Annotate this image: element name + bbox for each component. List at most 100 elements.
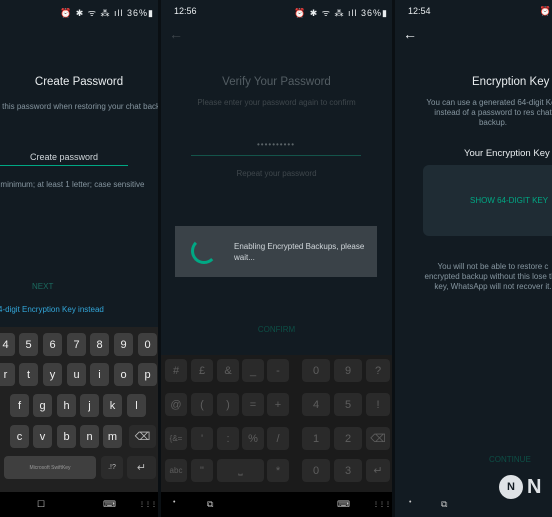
key-quote[interactable]: " <box>191 459 213 482</box>
nav-dot-icon[interactable]: • <box>409 499 411 506</box>
backspace-key[interactable]: ⌫ <box>129 425 156 448</box>
key-o[interactable]: o <box>114 363 133 386</box>
next-button[interactable]: NEXT <box>32 282 53 291</box>
status-icons: ⏰ ✱ ᯤ ⁂ ıll 36%▮ <box>294 8 388 18</box>
navigation-bar: • ⧉ ⌨ ⋮⋮⋮ <box>161 492 392 517</box>
key-lparen[interactable]: ( <box>191 393 213 416</box>
key-k[interactable]: k <box>103 394 122 417</box>
home-icon[interactable]: ☐ <box>37 499 45 510</box>
key-v[interactable]: v <box>33 425 52 448</box>
verify-password-title: Verify Your Password <box>222 76 331 88</box>
key-asterisk[interactable]: * <box>267 459 289 482</box>
key-num-1[interactable]: 1 <box>302 427 330 450</box>
key-ampersand[interactable]: & <box>217 359 239 382</box>
key-f[interactable]: f <box>10 394 29 417</box>
encryption-key-title: Encryption Key <box>472 76 550 88</box>
navigation-bar: ☐ ⌨ ⋮⋮⋮ <box>0 492 158 517</box>
key-7[interactable]: 7 <box>67 333 86 356</box>
key-num-2[interactable]: 2 <box>334 427 362 450</box>
key-at[interactable]: @ <box>165 393 187 416</box>
key-l[interactable]: l <box>127 394 146 417</box>
key-rparen[interactable]: ) <box>217 393 239 416</box>
progress-dialog-text: Enabling Encrypted Backups, please wait.… <box>234 242 365 262</box>
key-exclaim[interactable]: ! <box>366 393 390 416</box>
key-num-3[interactable]: 3 <box>334 459 362 482</box>
status-icons: ⏰ <box>539 6 552 16</box>
key-r[interactable]: r <box>0 363 15 386</box>
create-password-screen: ⏰ ✱ ᯤ ⁂ ıll 36%▮ Create Password ed this… <box>0 0 158 517</box>
key-num-9[interactable]: 9 <box>334 359 362 382</box>
key-question[interactable]: ? <box>366 359 390 382</box>
keyboard-icon[interactable]: ⌨ <box>337 499 350 510</box>
key-4[interactable]: 4 <box>0 333 15 356</box>
symbol-keyboard: # £ & _ - 0 9 ? @ ( ) = + 4 5 ! {&= ' : … <box>161 355 392 492</box>
back-arrow-icon[interactable]: ← <box>169 26 183 42</box>
keyboard-grid-icon[interactable]: ⋮⋮⋮ <box>373 501 391 508</box>
key-m[interactable]: m <box>103 425 122 448</box>
backspace-key[interactable]: ⌫ <box>366 427 390 450</box>
key-y[interactable]: y <box>43 363 62 386</box>
key-pound[interactable]: £ <box>191 359 213 382</box>
watermark-logo-icon: N <box>499 475 523 499</box>
create-password-input[interactable]: Create password <box>0 152 128 166</box>
more-symbols-key[interactable]: {&= <box>165 427 187 450</box>
status-time: 12:54 <box>408 6 431 16</box>
key-underscore[interactable]: _ <box>242 359 264 382</box>
key-p[interactable]: p <box>138 363 157 386</box>
create-password-title: Create Password <box>34 76 124 88</box>
key-n[interactable]: n <box>80 425 99 448</box>
key-u[interactable]: u <box>67 363 86 386</box>
key-b[interactable]: b <box>57 425 76 448</box>
key-num-0[interactable]: 0 <box>302 359 330 382</box>
key-num-0-bottom[interactable]: 0 <box>302 459 330 482</box>
recents-icon[interactable]: ⧉ <box>207 499 213 510</box>
key-colon[interactable]: : <box>217 427 239 450</box>
key-t[interactable]: t <box>19 363 38 386</box>
space-key[interactable]: ⎵ <box>217 459 264 482</box>
abc-key[interactable]: abc <box>165 459 187 482</box>
keyboard-grid-icon[interactable]: ⋮⋮⋮ <box>139 501 157 508</box>
create-password-subtitle: ed this password when restoring your cha… <box>0 102 158 111</box>
nav-dot-icon[interactable]: • <box>173 499 175 506</box>
key-plus[interactable]: + <box>267 393 289 416</box>
key-g[interactable]: g <box>33 394 52 417</box>
encryption-key-subtitle: You can use a generated 64-digit Key ins… <box>426 98 552 127</box>
show-key-button[interactable]: SHOW 64-DIGIT KEY <box>470 196 548 205</box>
status-bar: 12:54 ⏰ <box>395 0 552 20</box>
key-9[interactable]: 9 <box>114 333 133 356</box>
continue-button[interactable]: CONTINUE <box>489 455 531 464</box>
key-0[interactable]: 0 <box>138 333 157 356</box>
key-8[interactable]: 8 <box>90 333 109 356</box>
key-num-5[interactable]: 5 <box>334 393 362 416</box>
enter-key[interactable]: ↵ <box>366 459 390 482</box>
key-c[interactable]: c <box>10 425 29 448</box>
status-time: 12:56 <box>174 6 197 16</box>
key-h[interactable]: h <box>57 394 76 417</box>
watermark-text: N <box>527 476 542 498</box>
key-percent[interactable]: % <box>242 427 264 450</box>
enter-key[interactable]: ↵ <box>127 456 156 479</box>
key-dash[interactable]: - <box>267 359 289 382</box>
encryption-key-warning: You will not be able to restore c encryp… <box>424 262 552 291</box>
your-encryption-key-label: Your Encryption Key <box>464 148 550 159</box>
back-arrow-icon[interactable]: ← <box>403 26 417 42</box>
recents-icon[interactable]: ⧉ <box>441 499 447 510</box>
key-i[interactable]: i <box>90 363 109 386</box>
encryption-key-box[interactable]: SHOW 64-DIGIT KEY <box>423 165 552 236</box>
use-encryption-key-link[interactable]: 4-digit Encryption Key instead <box>0 305 104 314</box>
key-equals[interactable]: = <box>242 393 264 416</box>
keyboard-icon[interactable]: ⌨ <box>103 499 116 510</box>
space-key[interactable]: Microsoft SwiftKey <box>4 456 96 479</box>
confirm-button[interactable]: CONFIRM <box>161 325 392 334</box>
key-apostrophe[interactable]: ' <box>191 427 213 450</box>
key-slash[interactable]: / <box>267 427 289 450</box>
key-hash[interactable]: # <box>165 359 187 382</box>
key-5[interactable]: 5 <box>19 333 38 356</box>
punctuation-key[interactable]: .!? <box>101 456 123 479</box>
key-j[interactable]: j <box>80 394 99 417</box>
key-num-4[interactable]: 4 <box>302 393 330 416</box>
key-6[interactable]: 6 <box>43 333 62 356</box>
verify-password-input[interactable]: •••••••••• <box>191 140 361 156</box>
password-hint: r minimum; at least 1 letter; case sensi… <box>0 180 145 189</box>
loading-spinner-icon <box>191 238 217 264</box>
